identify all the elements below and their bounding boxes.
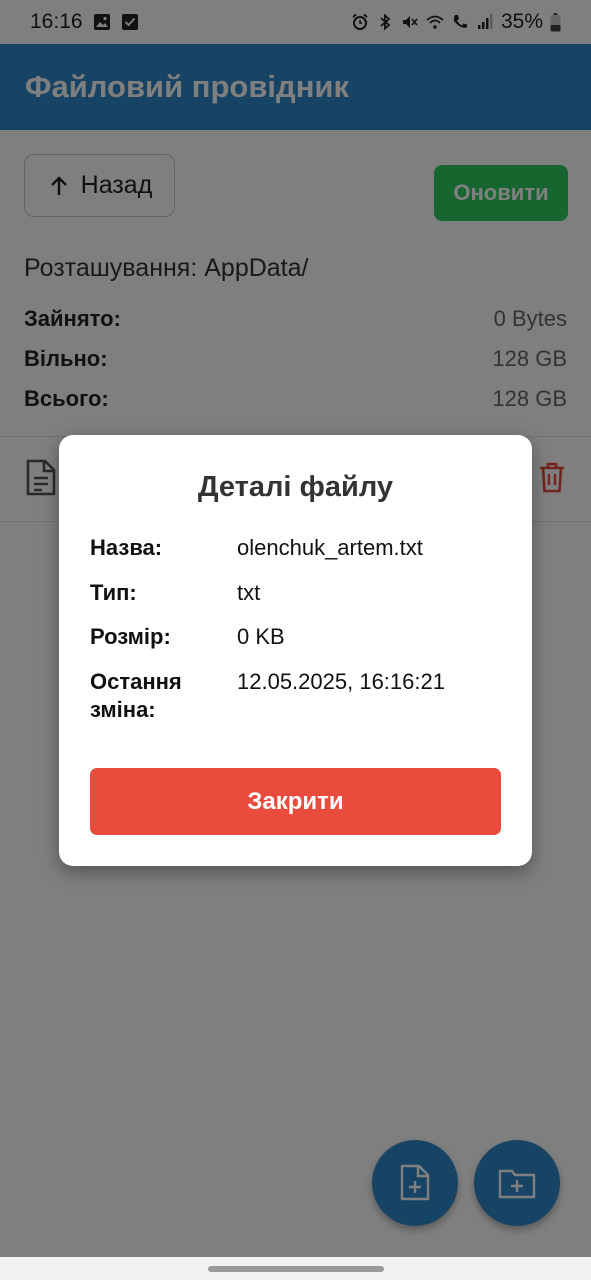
detail-size-value: 0 KB [237,624,285,649]
detail-name-value: olenchuk_artem.txt [237,535,423,560]
close-button[interactable]: Закрити [90,768,501,835]
detail-size-label: Розмір: [90,624,171,649]
detail-modified-label: Остання зміна: [90,669,182,722]
detail-type-label: Тип: [90,580,137,605]
detail-modified-row: Остання зміна: 12.05.2025, 16:16:21 [90,668,510,724]
detail-type-value: txt [237,580,261,605]
detail-size-row: Розмір: 0 KB [90,623,510,651]
detail-type-row: Тип: txt [90,579,510,607]
detail-modified-value: 12.05.2025, 16:16:21 [237,669,445,694]
system-nav-bar [0,1257,591,1280]
home-gesture-handle[interactable] [208,1266,384,1272]
dialog-title: Деталі файлу [197,471,394,503]
detail-name-row: Назва: olenchuk_artem.txt [90,534,510,562]
detail-name-label: Назва: [90,535,163,560]
file-details-dialog: Деталі файлу Назва: olenchuk_artem.txt Т… [59,435,532,866]
